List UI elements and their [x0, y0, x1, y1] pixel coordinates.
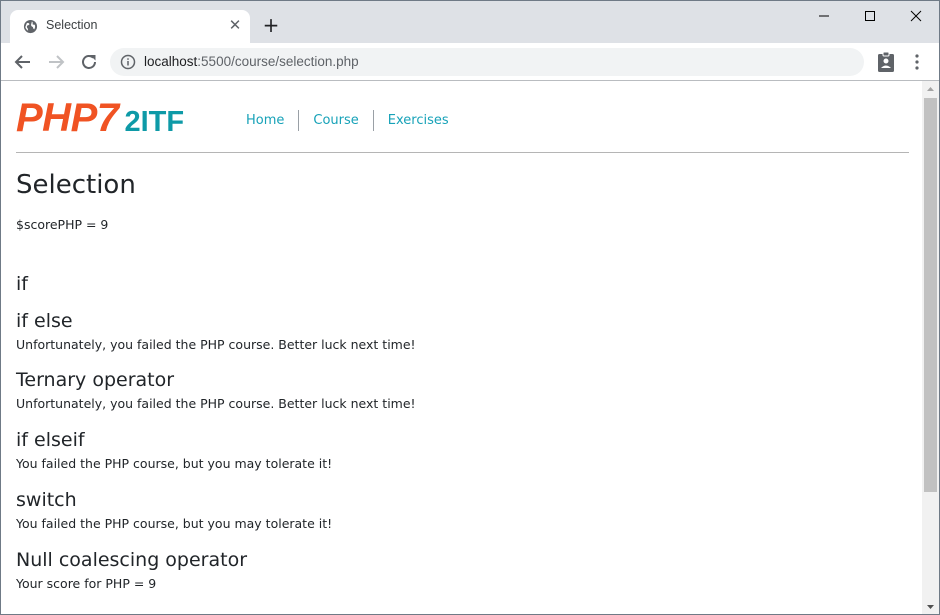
url-text[interactable]: localhost:5500/course/selection.php	[144, 54, 359, 69]
section-heading: if	[16, 273, 28, 295]
minimize-icon[interactable]	[801, 1, 847, 31]
new-tab-button[interactable]: +	[260, 14, 282, 36]
arrow-left-icon[interactable]	[11, 50, 35, 74]
nav-exercises[interactable]: Exercises	[372, 110, 463, 131]
section-heading: Null coalescing operator	[16, 549, 248, 571]
page-title: Selection	[16, 170, 136, 200]
scrollbar-thumb[interactable]	[924, 98, 937, 492]
section-result: Your score for PHP = 9	[16, 576, 157, 591]
section-if-elseif: if elseif You failed the PHP course, but…	[16, 428, 332, 472]
tab-title: Selection	[46, 18, 98, 32]
section-if: if	[16, 272, 28, 296]
page-content: PHP7 2ITF Home Course Exercises Selection…	[16, 81, 909, 591]
section-ternary: Ternary operator Unfortunately, you fail…	[16, 368, 416, 412]
section-heading: Ternary operator	[16, 369, 175, 391]
globe-icon	[23, 19, 38, 34]
browser-window: Selection ✕ + localhost:5500/course/sele…	[0, 0, 940, 615]
logo-main: PHP7	[16, 96, 119, 140]
arrow-right-icon[interactable]	[44, 50, 68, 74]
address-bar[interactable]: localhost:5500/course/selection.php	[110, 48, 864, 76]
scroll-down-arrow-icon[interactable]	[922, 598, 939, 615]
vertical-scrollbar[interactable]	[922, 81, 939, 615]
site-logo[interactable]: PHP7 2ITF	[16, 96, 184, 141]
section-null-coalescing: Null coalescing operator Your score for …	[16, 548, 247, 592]
page-viewport: PHP7 2ITF Home Course Exercises Selection…	[1, 81, 922, 614]
section-heading: if else	[16, 310, 73, 332]
section-result: You failed the PHP course, but you may t…	[16, 516, 333, 531]
site-header: PHP7 2ITF Home Course Exercises	[16, 81, 909, 153]
scroll-up-arrow-icon[interactable]	[922, 81, 939, 98]
logo-sub: 2ITF	[124, 106, 185, 138]
nav-home[interactable]: Home	[232, 110, 298, 131]
clipboard-user-icon[interactable]	[876, 51, 896, 73]
kebab-menu-icon[interactable]	[909, 53, 925, 71]
reload-icon[interactable]	[77, 50, 101, 74]
tab-bar: Selection ✕ +	[1, 1, 939, 43]
browser-toolbar: localhost:5500/course/selection.php	[1, 43, 939, 81]
nav-course[interactable]: Course	[298, 110, 372, 131]
maximize-icon[interactable]	[847, 1, 893, 31]
section-result: Unfortunately, you failed the PHP course…	[16, 337, 416, 352]
section-result: You failed the PHP course, but you may t…	[16, 456, 333, 471]
url-host: localhost	[144, 54, 198, 69]
url-path: :5500/course/selection.php	[197, 54, 359, 69]
main-nav: Home Course Exercises	[232, 110, 463, 131]
score-variable: $scorePHP = 9	[16, 217, 109, 232]
section-switch: switch You failed the PHP course, but yo…	[16, 488, 332, 532]
info-icon[interactable]	[120, 54, 136, 70]
section-result: Unfortunately, you failed the PHP course…	[16, 396, 416, 411]
section-if-else: if else Unfortunately, you failed the PH…	[16, 309, 416, 353]
section-heading: switch	[16, 489, 77, 511]
close-icon[interactable]: ✕	[226, 16, 244, 34]
close-window-icon[interactable]	[893, 1, 939, 31]
section-heading: if elseif	[16, 429, 85, 451]
tab-selection[interactable]: Selection ✕	[10, 10, 250, 43]
